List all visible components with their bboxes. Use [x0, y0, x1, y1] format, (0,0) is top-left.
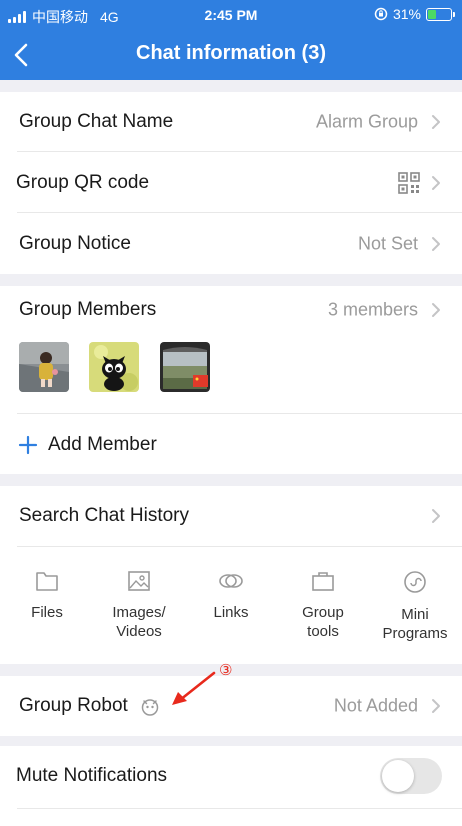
- qr-code-icon: [398, 172, 420, 194]
- divider: [17, 151, 462, 152]
- navigation-bar: Chat information (3): [0, 30, 462, 80]
- folder-icon: [36, 572, 58, 591]
- tool-label: Group tools: [302, 604, 344, 640]
- chevron-right-icon: [432, 509, 440, 523]
- member-avatar[interactable]: [19, 342, 69, 392]
- group-members-count: 3 members: [327, 299, 418, 320]
- member-avatar-photo: [19, 342, 69, 392]
- mute-notifications-toggle[interactable]: [380, 758, 442, 794]
- group-chat-name-value: Alarm Group: [315, 111, 418, 132]
- chevron-right-icon: [432, 699, 440, 713]
- divider: [17, 546, 462, 547]
- group-notice-label: Group Notice: [19, 233, 131, 254]
- tool-label: Mini Programs: [382, 606, 448, 642]
- image-icon: [128, 571, 150, 591]
- group-qr-code-row[interactable]: Group QR code: [0, 153, 462, 213]
- mini-program-icon: [404, 571, 426, 593]
- annotation-arrow: [172, 671, 216, 705]
- battery-percent: 31%: [392, 6, 421, 22]
- orientation-lock-icon: [374, 7, 388, 21]
- member-avatar-landscape: [160, 342, 210, 392]
- chevron-right-icon: [432, 176, 440, 190]
- add-member-label: Add Member: [48, 434, 157, 455]
- plus-icon: [18, 435, 38, 455]
- tool-label: Links: [213, 604, 249, 621]
- link-icon: [219, 574, 243, 588]
- tool-files[interactable]: Files: [1, 570, 93, 622]
- search-chat-history-row[interactable]: Search Chat History: [0, 486, 462, 546]
- divider: [17, 808, 462, 809]
- group-qr-code-label: Group QR code: [16, 172, 150, 193]
- toggle-knob: [382, 760, 414, 792]
- mute-notifications-label: Mute Notifications: [16, 765, 168, 786]
- member-avatar[interactable]: [89, 342, 139, 392]
- annotation-number: ③: [219, 661, 233, 679]
- chevron-right-icon: [432, 303, 440, 317]
- group-notice-row[interactable]: Group Notice Not Set: [0, 214, 462, 274]
- tool-links[interactable]: Links: [185, 570, 277, 622]
- add-member-row[interactable]: Add Member: [0, 415, 462, 475]
- tool-label: Files: [31, 604, 63, 621]
- divider: [17, 413, 462, 414]
- briefcase-icon: [312, 572, 334, 591]
- tool-images-videos[interactable]: Images/ Videos: [93, 570, 185, 641]
- status-bar-right: 31%: [374, 6, 455, 22]
- chevron-right-icon: [432, 237, 440, 251]
- page-title: Chat information (3): [136, 42, 326, 64]
- search-chat-history-label: Search Chat History: [19, 505, 190, 526]
- tool-group-tools[interactable]: Group tools: [277, 570, 369, 641]
- tool-mini-programs[interactable]: Mini Programs: [369, 570, 461, 643]
- group-robot-row[interactable]: Group Robot Not Added: [0, 676, 462, 736]
- group-robot-label: Group Robot: [19, 695, 128, 716]
- divider: [17, 212, 462, 213]
- group-chat-name-label: Group Chat Name: [19, 111, 174, 132]
- status-bar: 中国移动 4G 2:45 PM 31%: [0, 0, 462, 30]
- battery-icon: [426, 7, 455, 21]
- group-robot-value: Not Added: [333, 695, 418, 716]
- group-chat-name-row[interactable]: Group Chat Name Alarm Group: [0, 92, 462, 152]
- chevron-right-icon: [432, 115, 440, 129]
- robot-icon: [141, 699, 159, 716]
- tool-label: Images/ Videos: [112, 604, 166, 640]
- group-members-label: Group Members: [19, 299, 157, 320]
- group-notice-value: Not Set: [357, 233, 418, 254]
- member-avatar-cat: [89, 342, 139, 392]
- group-members-row[interactable]: Group Members 3 members: [0, 280, 462, 340]
- member-avatar[interactable]: [160, 342, 210, 392]
